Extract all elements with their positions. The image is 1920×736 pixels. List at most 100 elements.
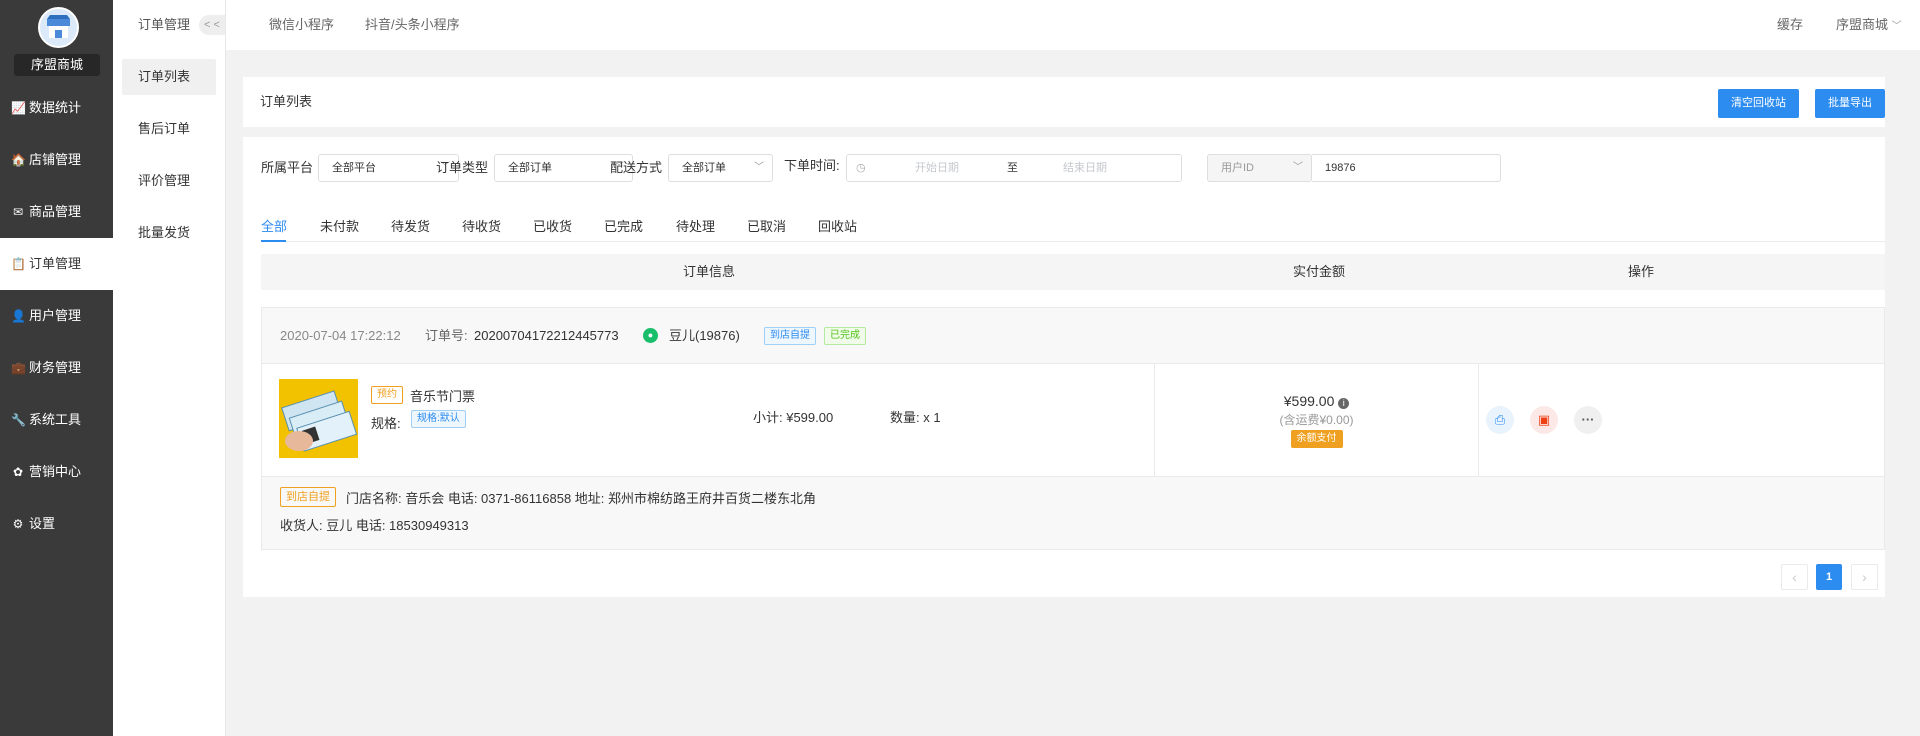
subnav-item-order-list[interactable]: 订单列表 — [122, 59, 216, 95]
status-tab-3[interactable]: 待收货 — [462, 216, 501, 235]
header-amount: 实付金额 — [1293, 264, 1346, 279]
product-name[interactable]: 音乐节门票 — [410, 386, 475, 405]
status-tab-4[interactable]: 已收货 — [533, 216, 572, 235]
shop-logo[interactable] — [38, 7, 79, 48]
pickup-badge: 到店自提 — [280, 487, 336, 507]
type-value: 全部订单 — [508, 162, 552, 174]
user-menu[interactable]: 序盟商城 ﹀ — [1836, 0, 1902, 52]
nav-item-label: 商品管理 — [29, 204, 82, 219]
header-order-info: 订单信息 — [683, 264, 736, 279]
date-range-picker[interactable]: ◷ 开始日期 至 结束日期 — [846, 154, 1182, 182]
platform-value: 全部平台 — [332, 162, 376, 174]
status-tab-0[interactable]: 全部 — [261, 216, 287, 235]
page-title: 订单列表 — [260, 94, 313, 109]
pickup-tag: 到店自提 — [764, 327, 816, 345]
nav-item-0[interactable]: 📈 数据统计 — [0, 82, 113, 134]
cache-link[interactable]: 缓存 — [1777, 0, 1803, 50]
search-value: 19876 — [1325, 162, 1356, 174]
wrench-icon: 🔧 — [11, 413, 26, 427]
nav-item-4[interactable]: 👤 用户管理 — [0, 290, 113, 342]
collapse-button[interactable]: < < — [199, 15, 225, 35]
spec-label: 规格: — [371, 416, 401, 431]
nav-item-label: 订单管理 — [29, 256, 82, 271]
chart-icon: 📈 — [11, 101, 26, 115]
page-prev-button[interactable]: ‹ — [1781, 564, 1808, 590]
order-no-label: 订单号: — [425, 328, 468, 343]
clear-recycle-button[interactable]: 清空回收站 — [1718, 89, 1799, 118]
platform-label: 所属平台 — [261, 160, 314, 175]
end-date-input[interactable]: 结束日期 — [1063, 155, 1107, 181]
date-separator: 至 — [1007, 162, 1018, 174]
clock-icon: ◷ — [856, 162, 866, 174]
status-tab-8[interactable]: 回收站 — [818, 216, 857, 235]
subnav-title: 订单管理 — [138, 17, 191, 32]
search-input[interactable]: 19876 — [1312, 154, 1501, 182]
wallet-icon: 💼 — [11, 361, 26, 375]
page-next-button[interactable]: › — [1851, 564, 1878, 590]
search-type-select[interactable]: 用户ID ﹀ — [1207, 154, 1312, 182]
top-bar: 微信小程序 抖音/头条小程序 缓存 序盟商城 ﹀ — [226, 0, 1920, 50]
order-icon: 📋 — [11, 257, 26, 271]
nav-item-label: 设置 — [29, 516, 56, 531]
active-tab-indicator — [261, 240, 286, 242]
order-product-row: 预约 音乐节门票 规格: 规格:默认 小计: ¥599.00 数量: x 1 ¥… — [262, 364, 1884, 477]
paid-amount: ¥599.00 — [1283, 393, 1335, 409]
info-icon[interactable]: i — [1338, 398, 1350, 409]
sub-sidebar: 订单管理 < < 订单列表 售后订单 评价管理 批量发货 — [113, 0, 226, 736]
start-date-input[interactable]: 开始日期 — [915, 155, 959, 181]
status-tab-1[interactable]: 未付款 — [320, 216, 359, 235]
nav-item-label: 数据统计 — [29, 100, 82, 115]
status-tag: 已完成 — [824, 327, 866, 345]
table-header: 订单信息 实付金额 操作 — [261, 254, 1885, 290]
delivery-select[interactable]: 全部订单 ﹀ — [668, 154, 773, 182]
chevron-down-icon: ﹀ — [1891, 21, 1902, 32]
user-name: 序盟商城 — [1836, 17, 1889, 32]
header-ops: 操作 — [1628, 264, 1655, 279]
subnav-item-batch-ship[interactable]: 批量发货 — [122, 215, 216, 251]
subnav-item-after-sales[interactable]: 售后订单 — [122, 111, 216, 147]
nav-item-7[interactable]: ✿ 营销中心 — [0, 446, 113, 498]
header-panel: 订单列表 清空回收站 批量导出 — [243, 77, 1885, 127]
receiver-info: 收货人: 豆儿 电话: 18530949313 — [280, 518, 469, 533]
store-icon: 🏠 — [11, 153, 26, 167]
nav-item-label: 系统工具 — [29, 412, 82, 427]
subnav-item-reviews[interactable]: 评价管理 — [122, 163, 216, 199]
status-tab-2[interactable]: 待发货 — [391, 216, 430, 235]
shop-name: 序盟商城 — [14, 54, 100, 76]
nav-item-1[interactable]: 🏠 店铺管理 — [0, 134, 113, 186]
batch-export-button[interactable]: 批量导出 — [1815, 89, 1885, 118]
nav-item-label: 财务管理 — [29, 360, 82, 375]
nav-item-3[interactable]: 📋 订单管理 — [0, 238, 113, 290]
nav-item-6[interactable]: 🔧 系统工具 — [0, 394, 113, 446]
shipping-fee: (含运费¥0.00) — [1279, 413, 1354, 427]
box-icon: ✉ — [12, 205, 24, 219]
search-type-value: 用户ID — [1221, 162, 1254, 174]
time-label: 下单时间: — [784, 158, 840, 173]
reservation-badge: 预约 — [371, 386, 403, 404]
nav-item-8[interactable]: ⚙ 设置 — [0, 498, 113, 550]
print-icon[interactable]: ⎙ — [1486, 406, 1514, 434]
order-card-header: 2020-07-04 17:22:12 订单号: 202007041722124… — [262, 308, 1884, 364]
tab-douyin-miniprogram[interactable]: 抖音/头条小程序 — [365, 0, 460, 50]
message-icon[interactable]: ▣ — [1530, 406, 1558, 434]
delivery-label: 配送方式 — [610, 160, 663, 175]
status-tab-7[interactable]: 已取消 — [747, 216, 786, 235]
tab-wechat-miniprogram[interactable]: 微信小程序 — [269, 0, 334, 50]
order-time: 2020-07-04 17:22:12 — [280, 328, 401, 343]
page-current-button[interactable]: 1 — [1816, 564, 1842, 590]
spec-tag: 规格:默认 — [411, 410, 466, 428]
nav-item-2[interactable]: ✉ 商品管理 — [0, 186, 113, 238]
product-image[interactable] — [279, 379, 358, 458]
status-tab-5[interactable]: 已完成 — [604, 216, 643, 235]
more-icon[interactable]: ··· — [1574, 406, 1602, 434]
nav-item-5[interactable]: 💼 财务管理 — [0, 342, 113, 394]
user-icon: 👤 — [11, 309, 26, 323]
pay-method-badge: 余额支付 — [1290, 430, 1343, 448]
status-tab-6[interactable]: 待处理 — [676, 216, 715, 235]
main-sidebar: 序盟商城 📈 数据统计 🏠 店铺管理 ✉ 商品管理 📋 订单管理 👤 用户管理 💼 财务管理 🔧 系统工具… — [0, 0, 113, 736]
store-info: 门店名称: 音乐会 电话: 0371-86116858 地址: 郑州市棉纺路王府… — [346, 491, 817, 506]
order-user[interactable]: 豆儿(19876) — [669, 308, 740, 363]
wechat-icon: ● — [643, 328, 658, 343]
logo-area: 序盟商城 — [0, 0, 113, 82]
marketing-icon: ✿ — [12, 465, 24, 479]
